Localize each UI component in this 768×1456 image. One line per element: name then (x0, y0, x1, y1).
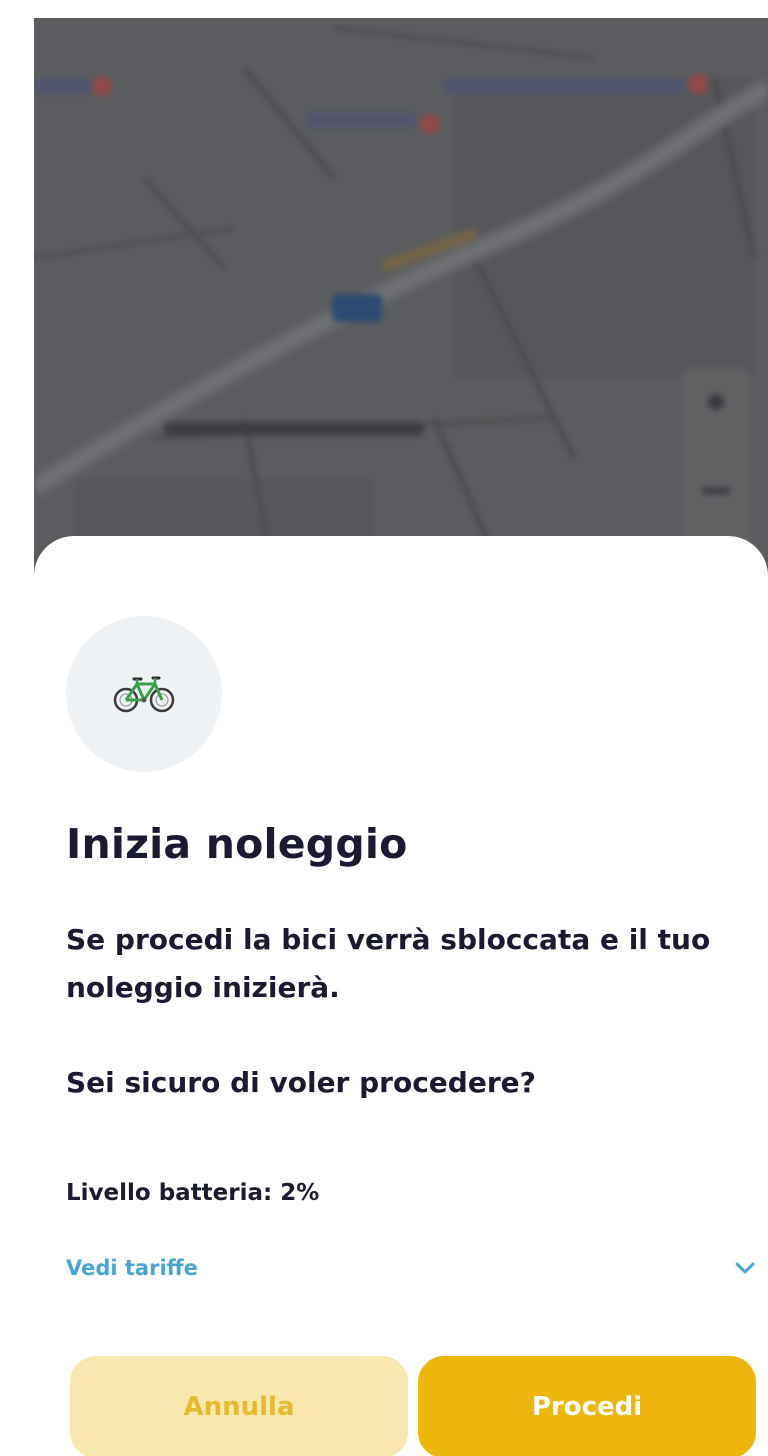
map-background[interactable] (34, 18, 768, 578)
start-rental-sheet: Inizia noleggio Se procedi la bici verrà… (34, 536, 768, 1456)
view-rates-toggle[interactable]: Vedi tariffe (66, 1248, 756, 1288)
dialog-message: Se procedi la bici verrà sbloccata e il … (66, 923, 711, 1004)
screen: Inizia noleggio Se procedi la bici verrà… (0, 0, 768, 1456)
battery-level: Livello batteria: 2% (66, 1180, 320, 1206)
map-dim-overlay (34, 18, 768, 578)
cancel-button[interactable]: Annulla (70, 1356, 408, 1456)
bike-icon-badge (66, 616, 222, 772)
view-rates-link[interactable]: Vedi tariffe (66, 1256, 198, 1280)
bicycle-icon (113, 676, 175, 713)
confirmation-question: Sei sicuro di voler procedere? (66, 1066, 536, 1099)
dialog-title: Inizia noleggio (66, 820, 408, 868)
proceed-button[interactable]: Procedi (418, 1356, 756, 1456)
chevron-down-icon[interactable] (734, 1261, 756, 1275)
